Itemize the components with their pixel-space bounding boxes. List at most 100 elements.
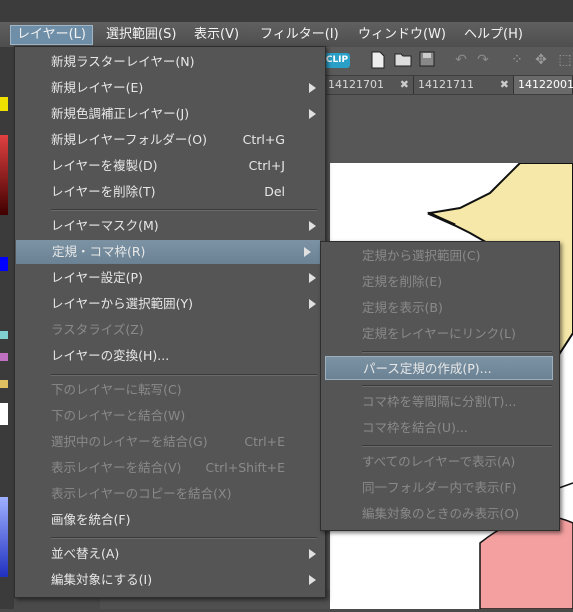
command-bar: CLIP ↶ ↷ ⁘ ✥ ⬚ <box>324 47 573 75</box>
menu-window[interactable]: ウィンドウ(W) <box>352 26 452 44</box>
menu-item-rasterize[interactable]: ラスタライズ(Z) <box>15 318 325 342</box>
menu-item-label: すべてのレイヤーで表示(A) <box>362 454 516 469</box>
menu-item-arrange[interactable]: 並べ替え(A) <box>15 542 325 566</box>
submenu-item-show-edit-target-only[interactable]: 編集対象のときのみ表示(O) <box>321 502 559 526</box>
close-icon[interactable]: ✖ <box>500 76 509 94</box>
menu-item-selection-from-layer[interactable]: レイヤーから選択範囲(Y) <box>15 292 325 316</box>
submenu-item-show-same-folder[interactable]: 同一フォルダー内で表示(F) <box>321 476 559 500</box>
menu-divider <box>362 351 552 353</box>
menu-item-label: 新規色調補正レイヤー(J) <box>51 106 190 121</box>
menu-item-label: 定規から選択範囲(C) <box>362 248 481 263</box>
menu-item-set-edit-target[interactable]: 編集対象にする(I) <box>15 568 325 592</box>
menu-item-convert-layer[interactable]: レイヤーの変換(H)... <box>15 344 325 368</box>
color-swatch[interactable] <box>0 257 8 271</box>
menu-divider <box>362 385 552 387</box>
submenu-item-link-ruler[interactable]: 定規をレイヤーにリンク(L) <box>321 322 559 346</box>
menu-item-label: 表示レイヤーのコピーを結合(X) <box>51 486 232 501</box>
menu-view[interactable]: 表示(V) <box>188 26 245 44</box>
menu-item-layer-mask[interactable]: レイヤーマスク(M) <box>15 214 325 238</box>
menu-item-merge-visible-copy[interactable]: 表示レイヤーのコピーを結合(X) <box>15 482 325 506</box>
menu-item-new-correction-layer[interactable]: 新規色調補正レイヤー(J) <box>15 102 325 126</box>
menu-item-label: パース定規の作成(P)... <box>363 361 492 376</box>
color-swatch[interactable] <box>0 97 8 111</box>
submenu-item-selection-from-ruler[interactable]: 定規から選択範囲(C) <box>321 244 559 268</box>
menu-item-label: 表示レイヤーを結合(V) <box>51 460 182 475</box>
submenu-item-merge-frame[interactable]: コマ枠を結合(U)... <box>321 416 559 440</box>
save-icon[interactable] <box>418 51 436 69</box>
clip-logo: CLIP <box>324 53 350 68</box>
color-slider[interactable] <box>0 135 8 215</box>
menu-item-label: 下のレイヤーに転写(C) <box>51 382 182 397</box>
menu-item-merge-visible[interactable]: 表示レイヤーを結合(V) Ctrl+Shift+E <box>15 456 325 480</box>
tab-document-3[interactable]: 14122001 <box>514 76 573 94</box>
menu-item-layer-settings[interactable]: レイヤー設定(P) <box>15 266 325 290</box>
menu-item-label: 定規を削除(E) <box>362 274 443 289</box>
submenu-arrow-icon <box>309 273 316 283</box>
close-icon[interactable]: ✖ <box>400 76 409 94</box>
menu-item-label: 定規・コマ枠(R) <box>52 244 146 259</box>
menu-help[interactable]: ヘルプ(H) <box>458 26 529 44</box>
menu-filter[interactable]: フィルター(I) <box>254 26 345 44</box>
menu-item-label: レイヤーマスク(M) <box>51 218 159 233</box>
submenu-arrow-icon <box>309 83 316 93</box>
tab-document-2[interactable]: 14121711 ✖ <box>414 76 514 94</box>
menu-item-shortcut: Ctrl+Shift+E <box>205 460 286 475</box>
menu-item-new-layer[interactable]: 新規レイヤー(E) <box>15 76 325 100</box>
submenu-item-split-frame[interactable]: コマ枠を等間隔に分割(T)... <box>321 390 559 414</box>
menu-item-duplicate-layer[interactable]: レイヤーを複製(D) Ctrl+J <box>15 154 325 178</box>
undo-icon[interactable]: ↶ <box>452 51 470 69</box>
menu-item-label: レイヤーから選択範囲(Y) <box>51 296 194 311</box>
menu-item-shortcut: Ctrl+J <box>248 158 285 173</box>
tab-label: 14122001 <box>518 78 573 91</box>
menu-item-new-raster-layer[interactable]: 新規ラスターレイヤー(N) <box>15 50 325 74</box>
ruler-frame-submenu: 定規から選択範囲(C) 定規を削除(E) 定規を表示(B) 定規をレイヤーにリン… <box>320 241 560 531</box>
menu-layer[interactable]: レイヤー(L) <box>10 25 93 45</box>
menu-divider <box>51 374 317 376</box>
menu-item-new-layer-folder[interactable]: 新規レイヤーフォルダー(O) Ctrl+G <box>15 128 325 152</box>
menu-item-merge-with-lower[interactable]: 下のレイヤーと結合(W) <box>15 404 325 428</box>
submenu-arrow-icon <box>309 299 316 309</box>
menu-item-label: 編集対象のときのみ表示(O) <box>362 506 520 521</box>
menu-divider <box>362 445 552 447</box>
deselect-icon[interactable]: ⬚ <box>556 51 573 69</box>
new-file-icon[interactable] <box>369 51 387 69</box>
layer-menu: 新規ラスターレイヤー(N) 新規レイヤー(E) 新規色調補正レイヤー(J) 新規… <box>14 46 326 598</box>
menu-item-label: 同一フォルダー内で表示(F) <box>362 480 517 495</box>
menu-item-shortcut: Ctrl+G <box>242 132 285 147</box>
menu-item-label: 定規をレイヤーにリンク(L) <box>362 326 516 341</box>
color-swatch[interactable] <box>0 380 8 388</box>
color-slider[interactable] <box>0 497 8 577</box>
menu-item-ruler-frame[interactable]: 定規・コマ枠(R) <box>16 240 320 264</box>
selection-tool-icon[interactable]: ⁘ <box>508 51 526 69</box>
menu-item-label: 新規ラスターレイヤー(N) <box>51 54 195 69</box>
menu-selection[interactable]: 選択範囲(S) <box>100 26 182 44</box>
menu-item-merge-selected[interactable]: 選択中のレイヤーを結合(G) Ctrl+E <box>15 430 325 454</box>
menu-bar: レイヤー(L) 選択範囲(S) 表示(V) フィルター(I) ウィンドウ(W) … <box>0 22 573 48</box>
menu-item-label: コマ枠を等間隔に分割(T)... <box>362 394 517 409</box>
redo-icon[interactable]: ↷ <box>474 51 492 69</box>
submenu-item-show-all-layers[interactable]: すべてのレイヤーで表示(A) <box>321 450 559 474</box>
submenu-item-create-perspective-ruler[interactable]: パース定規の作成(P)... <box>325 356 553 380</box>
menu-item-label: 新規レイヤー(E) <box>51 80 144 95</box>
tab-document-1[interactable]: 14121701 ✖ <box>324 76 414 94</box>
transform-icon[interactable]: ✥ <box>532 51 550 69</box>
submenu-item-show-ruler[interactable]: 定規を表示(B) <box>321 296 559 320</box>
menu-divider <box>51 209 317 211</box>
submenu-arrow-icon <box>309 575 316 585</box>
menu-item-delete-layer[interactable]: レイヤーを削除(T) Del <box>15 180 325 204</box>
color-swatch[interactable] <box>0 403 8 425</box>
menu-item-transfer-to-lower[interactable]: 下のレイヤーに転写(C) <box>15 378 325 402</box>
submenu-item-delete-ruler[interactable]: 定規を削除(E) <box>321 270 559 294</box>
color-swatch[interactable] <box>0 331 8 339</box>
menu-item-label: レイヤーの変換(H)... <box>51 348 170 363</box>
document-tabs: 14121701 ✖ 14121711 ✖ 14122001 <box>324 75 573 95</box>
menu-item-shortcut: Ctrl+E <box>244 434 285 449</box>
menu-item-label: 並べ替え(A) <box>51 546 120 561</box>
color-swatch[interactable] <box>0 353 8 361</box>
open-folder-icon[interactable] <box>394 51 412 69</box>
menu-item-flatten-image[interactable]: 画像を統合(F) <box>15 508 325 532</box>
tab-label: 14121711 <box>418 78 474 91</box>
menu-item-label: レイヤーを複製(D) <box>51 158 158 173</box>
menu-item-label: レイヤーを削除(T) <box>51 184 156 199</box>
menu-item-label: レイヤー設定(P) <box>51 270 143 285</box>
